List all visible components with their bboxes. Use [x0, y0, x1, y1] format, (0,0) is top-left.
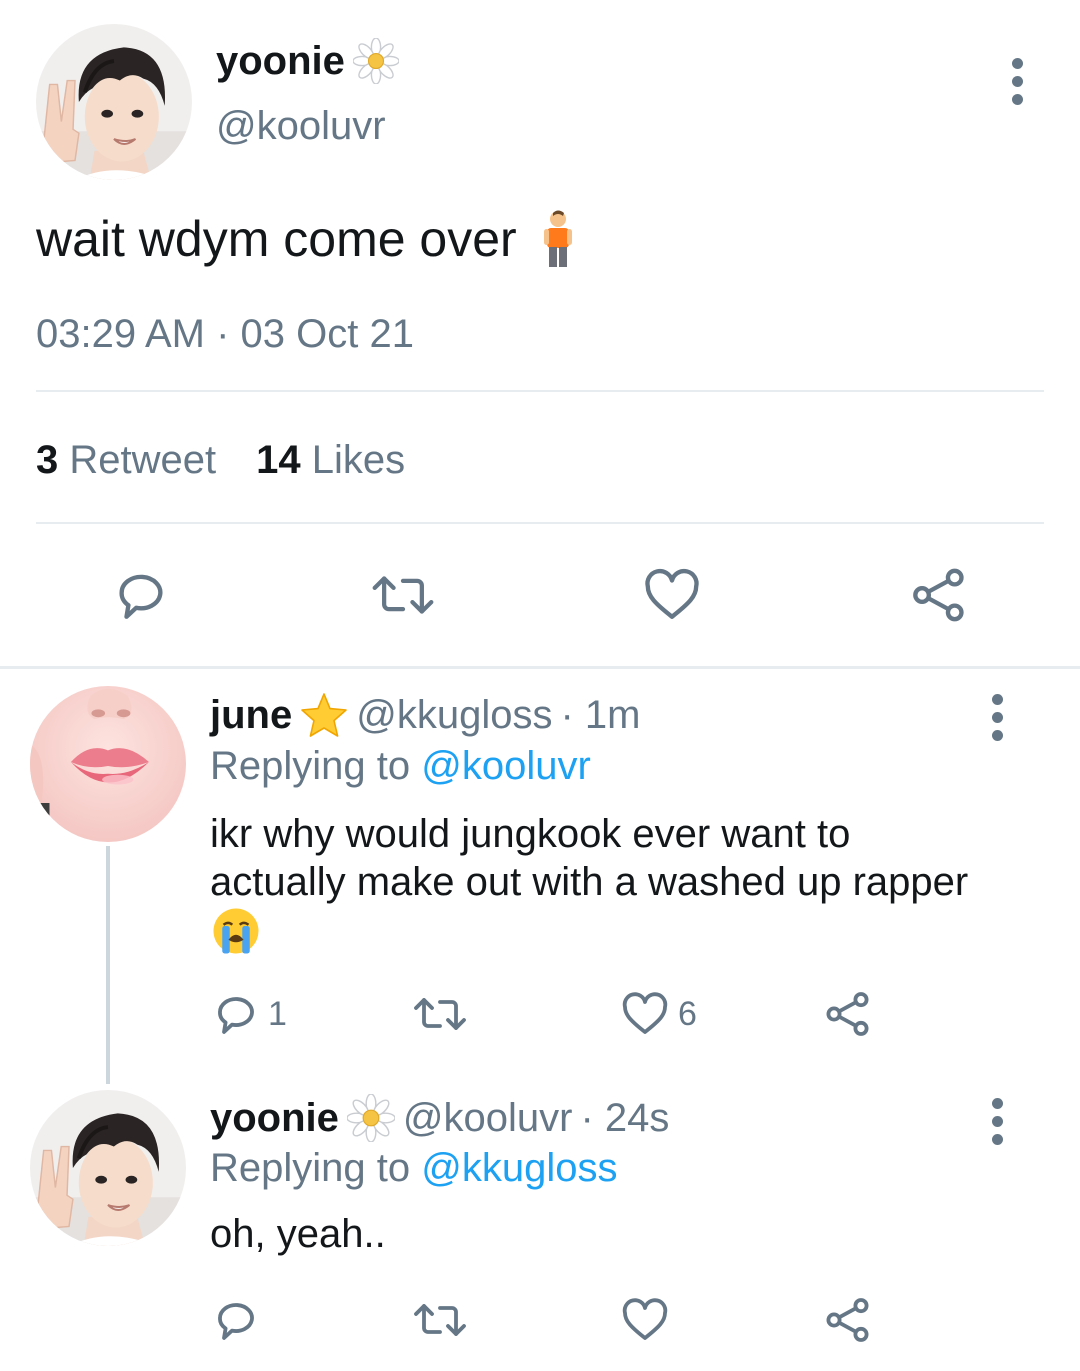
- avatar[interactable]: [36, 24, 192, 180]
- replying-to: Replying to @kooluvr: [210, 744, 591, 789]
- reply-text-line: ikr why would jungkook ever want to: [210, 812, 851, 856]
- reply-button[interactable]: [112, 566, 170, 624]
- more-options-icon[interactable]: [989, 694, 1005, 741]
- person-standing-emoji: [543, 210, 572, 267]
- like-button[interactable]: [642, 566, 702, 624]
- like-count: 14: [256, 438, 301, 482]
- share-button[interactable]: [824, 990, 872, 1038]
- retweet-button[interactable]: [412, 990, 468, 1038]
- replying-to: Replying to @kkugloss: [210, 1146, 617, 1191]
- post-time: · 24s: [580, 1095, 670, 1140]
- section-divider: [0, 666, 1080, 669]
- retweet-stat[interactable]: 3 Retweet: [36, 438, 216, 483]
- star-icon: [301, 693, 348, 737]
- divider: [36, 522, 1044, 524]
- replying-prefix: Replying to: [210, 744, 411, 788]
- retweet-count: 3: [36, 438, 59, 482]
- tweet-text-body: wait wdym come over: [36, 211, 517, 267]
- display-name[interactable]: june: [210, 693, 292, 738]
- avatar[interactable]: [30, 686, 186, 842]
- heart-icon: [622, 1298, 668, 1340]
- retweet-icon: [372, 576, 434, 614]
- daisy-icon: [347, 1094, 395, 1142]
- reply-header: june @kkugloss · 1m: [210, 692, 640, 738]
- more-options-icon[interactable]: [989, 1098, 1005, 1145]
- avatar[interactable]: [30, 1090, 186, 1246]
- like-stat[interactable]: 14 Likes: [256, 438, 405, 483]
- retweet-icon: [414, 998, 466, 1030]
- retweet-icon: [414, 1304, 466, 1336]
- reply-text: oh, yeah..: [210, 1212, 386, 1256]
- retweet-label: Retweet: [69, 438, 217, 482]
- display-name[interactable]: yoonie: [210, 1096, 339, 1141]
- like-button[interactable]: 6: [620, 990, 697, 1038]
- replying-to-link[interactable]: @kkugloss: [421, 1146, 617, 1190]
- share-icon: [826, 992, 869, 1036]
- more-options-icon[interactable]: [1009, 58, 1025, 105]
- display-name[interactable]: yoonie: [216, 39, 345, 84]
- post-time: · 1m: [560, 692, 641, 737]
- heart-icon: [622, 992, 668, 1034]
- retweet-button[interactable]: [412, 1296, 468, 1344]
- reply-text: ikr why would jungkook ever want to actu…: [210, 810, 968, 906]
- reply-icon: [218, 997, 254, 1034]
- share-icon: [913, 568, 964, 622]
- handle[interactable]: @kooluvr: [216, 104, 386, 149]
- retweet-button[interactable]: [370, 566, 436, 624]
- author-name-row: yoonie: [216, 38, 399, 84]
- share-button[interactable]: [824, 1296, 872, 1344]
- reply-header: yoonie @kooluvr · 24s: [210, 1094, 669, 1142]
- like-label: Likes: [311, 438, 406, 482]
- handle[interactable]: @kkugloss: [356, 693, 552, 738]
- replying-prefix: Replying to: [210, 1146, 411, 1190]
- like-button[interactable]: [620, 1296, 670, 1344]
- share-icon: [826, 1298, 869, 1342]
- loudly-crying-face-emoji: [213, 908, 259, 954]
- tweet-text: wait wdym come over: [36, 210, 575, 268]
- thread-line: [106, 846, 110, 1084]
- reply-icon: [119, 574, 163, 619]
- reply-button[interactable]: [212, 1296, 260, 1344]
- like-count: 6: [678, 994, 697, 1033]
- reply-text-line: actually make out with a washed up rappe…: [210, 860, 969, 904]
- reply-button[interactable]: 1: [212, 990, 287, 1038]
- handle[interactable]: @kooluvr: [403, 1096, 573, 1141]
- reply-icon: [218, 1303, 254, 1340]
- divider: [36, 390, 1044, 392]
- reply-count: 1: [268, 994, 287, 1033]
- replying-to-link[interactable]: @kooluvr: [421, 744, 591, 788]
- timestamp: 03:29 AM · 03 Oct 21: [36, 312, 414, 356]
- engagement-stats: 3 Retweet 14 Likes: [36, 438, 405, 483]
- share-button[interactable]: [910, 566, 968, 624]
- daisy-icon: [353, 38, 399, 84]
- heart-icon: [645, 568, 699, 619]
